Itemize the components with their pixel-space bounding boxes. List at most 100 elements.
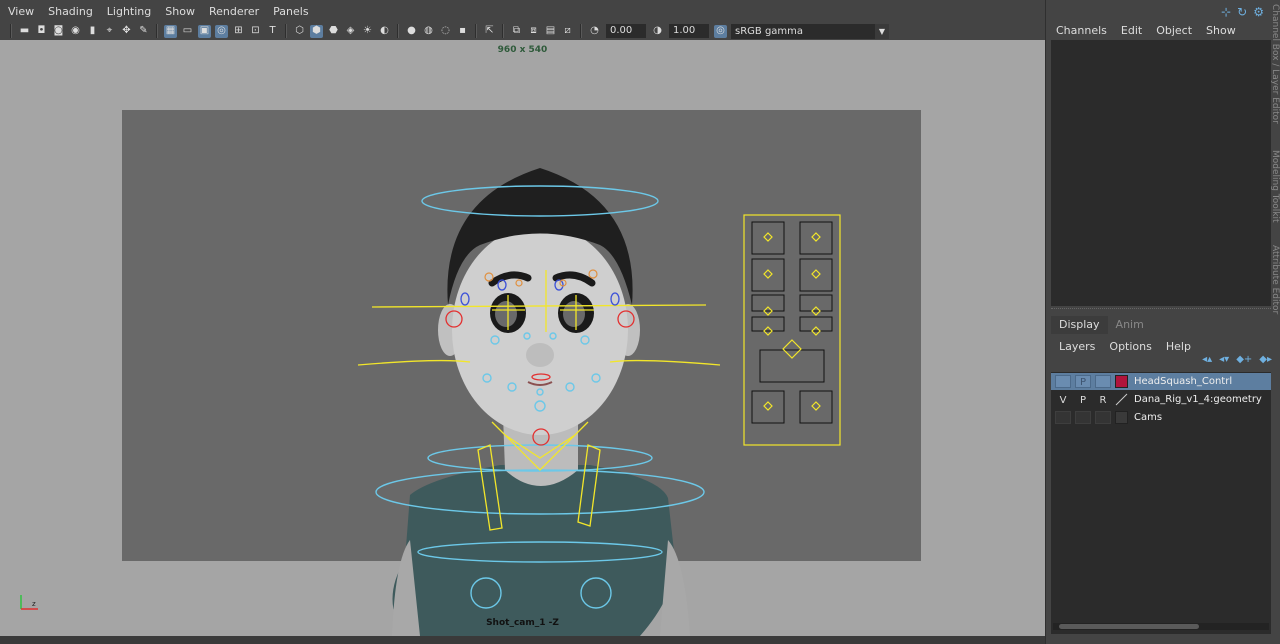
tab-display[interactable]: Display <box>1051 316 1108 334</box>
layer-row[interactable]: P HeadSquash_Contrl <box>1051 373 1271 390</box>
menu-show[interactable]: Show <box>165 5 195 18</box>
side-tabs: Channel Box / Layer Editor Modeling Tool… <box>1268 0 1280 330</box>
layer-visibility-toggle[interactable]: V <box>1055 393 1071 406</box>
image-plane-icon[interactable]: ⌖ <box>103 25 116 38</box>
new-layer-selected-icon[interactable]: ◆▸ <box>1259 354 1272 365</box>
side-tab-channel-box[interactable]: Channel Box / Layer Editor <box>1268 4 1280 124</box>
bookmark-icon[interactable]: ▮ <box>86 25 99 38</box>
menu-lighting[interactable]: Lighting <box>107 5 151 18</box>
xray-joints-icon[interactable]: ⧈ <box>527 25 540 38</box>
gate-mask-icon[interactable]: ◎ <box>215 24 228 38</box>
side-tab-modeling-toolkit[interactable]: Modeling Toolkit <box>1268 150 1280 223</box>
layer-playback-toggle[interactable]: P <box>1075 375 1091 388</box>
panel-top-icons: ⊹ ↻ ⚙ <box>1221 5 1264 19</box>
menu-renderer[interactable]: Renderer <box>209 5 259 18</box>
side-tab-attribute-editor[interactable]: Attribute Editor <box>1268 245 1280 314</box>
use-all-lights-icon[interactable]: ☀ <box>361 25 374 38</box>
layer-reference-toggle[interactable] <box>1095 375 1111 388</box>
wireframe-icon[interactable]: ⬡ <box>293 25 306 38</box>
scrollbar-thumb[interactable] <box>1059 624 1199 629</box>
layer-reference-toggle[interactable]: R <box>1095 393 1111 406</box>
menu-edit[interactable]: Edit <box>1121 24 1142 37</box>
menu-options[interactable]: Options <box>1109 340 1151 353</box>
layer-tabs: Display Anim <box>1051 316 1276 334</box>
settings-icon[interactable]: ⚙ <box>1253 5 1264 19</box>
tab-anim[interactable]: Anim <box>1108 316 1152 334</box>
layer-color-swatch[interactable] <box>1115 411 1128 424</box>
color-space-dropdown[interactable]: sRGB gamma ▼ <box>731 23 889 39</box>
depth-of-field-icon[interactable]: ▪ <box>456 25 469 38</box>
new-layer-icon[interactable]: ◆+ <box>1236 354 1252 365</box>
camera-view-icon[interactable]: ◉ <box>69 25 82 38</box>
safe-title-icon[interactable]: T <box>266 25 279 38</box>
layer-name: HeadSquash_Contrl <box>1134 376 1233 387</box>
grease-pencil-icon[interactable]: ✎ <box>137 25 150 38</box>
motion-blur-icon[interactable]: ◍ <box>422 25 435 38</box>
toolbar-separator <box>156 24 158 38</box>
gamma-icon[interactable]: ◑ <box>651 25 664 38</box>
two-d-pan-icon[interactable]: ✥ <box>120 25 133 38</box>
toolbar-separator <box>475 24 477 38</box>
camera-attributes-icon[interactable]: ◘ <box>35 25 48 38</box>
ambient-occlusion-icon[interactable]: ● <box>405 25 418 38</box>
layer-list: P HeadSquash_Contrl V P R Dana_Rig_v1_4:… <box>1051 372 1271 634</box>
layer-playback-toggle[interactable] <box>1075 411 1091 424</box>
layer-visibility-toggle[interactable] <box>1055 375 1071 388</box>
color-space-value: sRGB gamma <box>735 25 804 37</box>
anti-aliasing-icon[interactable]: ◌ <box>439 25 452 38</box>
history-icon[interactable]: ↻ <box>1237 5 1247 19</box>
layer-scrollbar[interactable] <box>1053 623 1269 630</box>
shadows-icon[interactable]: ◐ <box>378 25 391 38</box>
panel-splitter[interactable] <box>1051 308 1271 312</box>
grid-icon[interactable]: ▦ <box>164 24 177 38</box>
layer-name: Dana_Rig_v1_4:geometry <box>1134 394 1262 405</box>
viewport-panel: View Shading Lighting Show Renderer Pane… <box>0 0 1045 644</box>
menu-channels[interactable]: Channels <box>1056 24 1107 37</box>
layer-row[interactable]: Cams <box>1051 409 1271 426</box>
layer-reference-toggle[interactable] <box>1095 411 1111 424</box>
color-space-icon[interactable]: ◎ <box>714 24 727 38</box>
character-shirt <box>392 465 675 636</box>
layer-playback-toggle[interactable]: P <box>1075 393 1091 406</box>
menu-view[interactable]: View <box>8 5 34 18</box>
textured-icon[interactable]: ◈ <box>344 25 357 38</box>
channel-box-area[interactable] <box>1051 40 1271 306</box>
character-iris-right <box>563 301 585 327</box>
menu-object[interactable]: Object <box>1156 24 1192 37</box>
smooth-shade-icon[interactable]: ⬢ <box>310 24 323 38</box>
channel-box-layer-editor: ⊹ ↻ ⚙ Channels Edit Object Show Display … <box>1045 0 1280 644</box>
film-gate-icon[interactable]: ▭ <box>181 25 194 38</box>
isolate-icon[interactable]: ⇱ <box>483 25 496 38</box>
menu-panels[interactable]: Panels <box>273 5 308 18</box>
layer-color-swatch[interactable] <box>1115 375 1128 388</box>
menu-shading[interactable]: Shading <box>48 5 93 18</box>
layer-row[interactable]: V P R Dana_Rig_v1_4:geometry <box>1051 391 1271 408</box>
toolbar-separator <box>502 24 504 38</box>
character-rig-scene[interactable] <box>0 40 1045 636</box>
safe-action-icon[interactable]: ⊡ <box>249 25 262 38</box>
exposure-field[interactable]: 0.00 <box>606 24 646 38</box>
layer-name: Cams <box>1134 412 1163 423</box>
field-chart-icon[interactable]: ⊞ <box>232 25 245 38</box>
xray-icon[interactable]: ⧉ <box>510 25 523 38</box>
layer-buttons: ◂▴ ◂▾ ◆+ ◆▸ <box>1202 354 1272 365</box>
resolution-gate-icon[interactable]: ▣ <box>198 24 211 38</box>
layer-menu: Layers Options Help <box>1051 336 1276 356</box>
toolbar-separator <box>580 24 582 38</box>
axis-orient-icon[interactable]: ⊹ <box>1221 5 1231 19</box>
backface-culling-icon[interactable]: ⧄ <box>561 25 574 38</box>
menu-show-channels[interactable]: Show <box>1206 24 1236 37</box>
select-camera-icon[interactable]: ▬ <box>18 25 31 38</box>
camera-icon[interactable]: ◙ <box>52 25 65 38</box>
move-layer-down-icon[interactable]: ◂▾ <box>1219 354 1229 365</box>
menu-help[interactable]: Help <box>1166 340 1191 353</box>
layer-visibility-toggle[interactable] <box>1055 411 1071 424</box>
move-layer-up-icon[interactable]: ◂▴ <box>1202 354 1212 365</box>
viewport-canvas[interactable]: 960 x 540 z Shot_cam_1 -Z <box>0 40 1045 636</box>
wireframe-on-shaded-icon[interactable]: ⬣ <box>327 25 340 38</box>
gamma-field[interactable]: 1.00 <box>669 24 709 38</box>
exposure-icon[interactable]: ◔ <box>588 25 601 38</box>
menu-layers[interactable]: Layers <box>1059 340 1095 353</box>
xray-active-icon[interactable]: ▤ <box>544 25 557 38</box>
layer-slash-icon[interactable] <box>1115 393 1128 406</box>
